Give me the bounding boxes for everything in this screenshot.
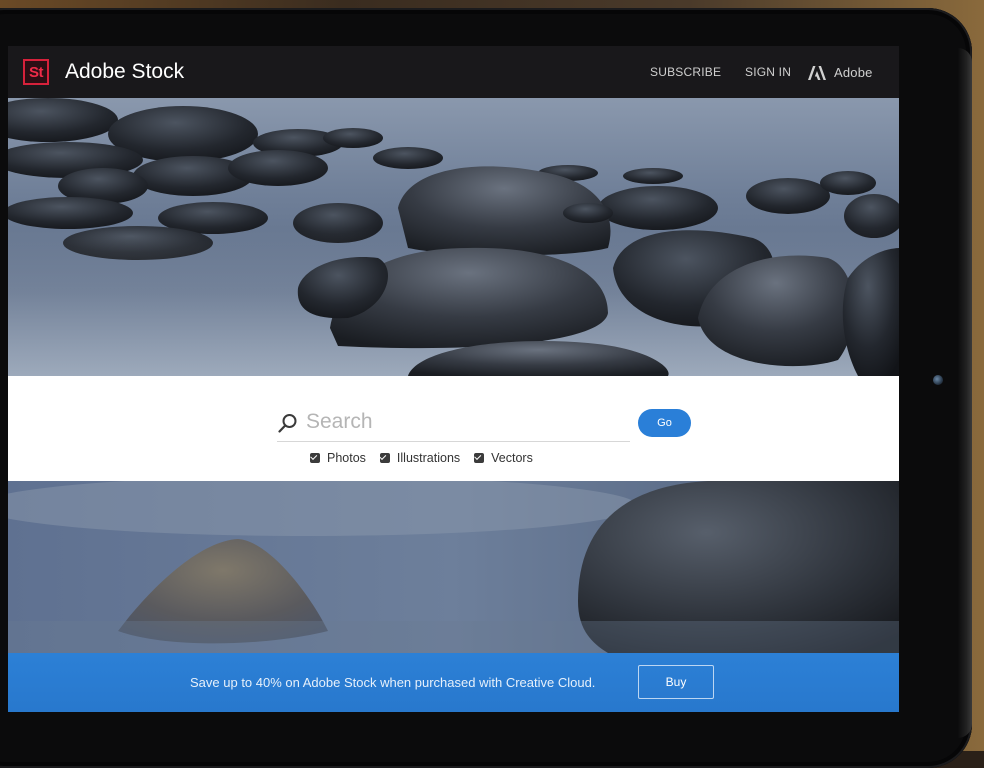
filter-illustrations-label: Illustrations (396, 451, 461, 465)
sign-in-link[interactable]: SIGN IN (745, 65, 791, 79)
adobe-link-label: Adobe (834, 65, 873, 80)
adobe-logo-icon (808, 65, 826, 80)
subscribe-link[interactable]: SUBSCRIBE (650, 65, 721, 79)
device-camera (933, 375, 943, 385)
filter-vectors-label: Vectors (491, 451, 533, 465)
search-filters: Photos Illustrations Vectors (310, 449, 547, 467)
search-panel: Go Photos Illustrations Vectors (8, 376, 899, 481)
hero-image-lower (8, 481, 899, 653)
promo-text: Save up to 40% on Adobe Stock when purch… (190, 675, 596, 690)
buy-button[interactable]: Buy (638, 665, 714, 699)
adobe-link[interactable]: Adobe (808, 65, 873, 80)
checkbox-illustrations[interactable] (379, 453, 390, 463)
go-button[interactable]: Go (638, 409, 691, 437)
browser-screen: St Adobe Stock SUBSCRIBE SIGN IN Adobe S… (8, 46, 899, 712)
hero-image-rocks (8, 98, 899, 376)
checkbox-vectors[interactable] (474, 453, 485, 463)
promo-banner: Save up to 40% on Adobe Stock when purch… (8, 653, 899, 712)
filter-illustrations[interactable]: Illustrations (379, 451, 461, 465)
device-edge (958, 48, 972, 738)
checkbox-photos[interactable] (310, 453, 320, 463)
search-underline (277, 441, 630, 442)
filter-photos[interactable]: Photos (310, 451, 366, 465)
filter-vectors[interactable]: Vectors (474, 451, 533, 465)
search-icon (278, 414, 297, 433)
site-header: St Adobe Stock SUBSCRIBE SIGN IN Adobe (8, 46, 899, 98)
adobe-stock-logo-icon[interactable]: St (23, 59, 49, 85)
brand-name[interactable]: Adobe Stock (65, 58, 184, 86)
filter-photos-label: Photos (327, 451, 366, 465)
search-input[interactable] (306, 405, 628, 439)
